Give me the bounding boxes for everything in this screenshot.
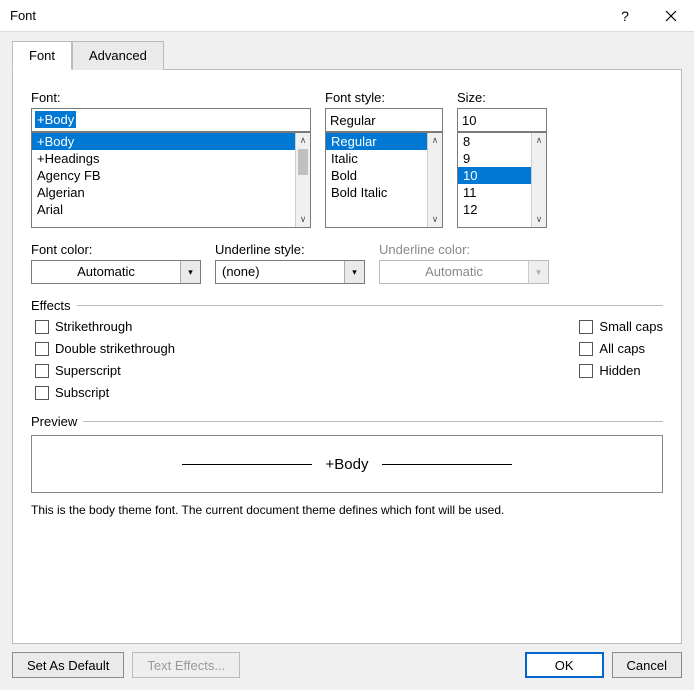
- effects-grid: Strikethrough Double strikethrough Super…: [31, 319, 663, 400]
- tab-panel-font: Font: +Body +Body +Headings Agency FB Al…: [12, 69, 682, 644]
- preview-rule-left: [182, 464, 312, 465]
- effects-header: Effects: [31, 298, 663, 313]
- chevron-down-icon[interactable]: ▾: [180, 261, 200, 283]
- preview-rule-right: [382, 464, 512, 465]
- scroll-up-icon[interactable]: ∧: [532, 133, 546, 148]
- preview-box: +Body: [31, 435, 663, 493]
- underline-style-combo[interactable]: (none) ▾: [215, 260, 365, 284]
- font-style-input[interactable]: [325, 108, 443, 132]
- scroll-down-icon[interactable]: ∨: [532, 212, 546, 227]
- size-listbox[interactable]: 8 9 10 11 12 ∧ ∨: [457, 132, 547, 228]
- size-input[interactable]: [457, 108, 547, 132]
- style-option[interactable]: Regular: [326, 133, 427, 150]
- font-style-label: Font style:: [325, 90, 443, 105]
- scroll-down-icon[interactable]: ∨: [296, 212, 310, 227]
- close-button[interactable]: [648, 0, 694, 32]
- title-bar: Font ?: [0, 0, 694, 32]
- underline-color-label: Underline color:: [379, 242, 549, 257]
- scroll-down-icon[interactable]: ∨: [428, 212, 442, 227]
- size-option[interactable]: 8: [458, 133, 531, 150]
- preview-label: Preview: [31, 414, 77, 429]
- preview-header: Preview: [31, 414, 663, 429]
- font-input[interactable]: [31, 108, 311, 132]
- tab-strip: Font Advanced: [12, 40, 682, 69]
- superscript-checkbox[interactable]: Superscript: [35, 363, 175, 378]
- dialog-footer: Set As Default Text Effects... OK Cancel: [12, 644, 682, 678]
- font-option[interactable]: +Headings: [32, 150, 295, 167]
- double-strikethrough-checkbox[interactable]: Double strikethrough: [35, 341, 175, 356]
- underline-style-value: (none): [216, 261, 344, 283]
- style-option[interactable]: Bold Italic: [326, 184, 427, 201]
- font-option[interactable]: Agency FB: [32, 167, 295, 184]
- strikethrough-checkbox[interactable]: Strikethrough: [35, 319, 175, 334]
- underline-color-combo: Automatic ▾: [379, 260, 549, 284]
- help-button[interactable]: ?: [602, 0, 648, 32]
- set-as-default-button[interactable]: Set As Default: [12, 652, 124, 678]
- dialog-title: Font: [10, 8, 602, 23]
- font-option[interactable]: Arial: [32, 201, 295, 218]
- text-effects-button: Text Effects...: [132, 652, 240, 678]
- font-color-value: Automatic: [32, 261, 180, 283]
- tab-advanced[interactable]: Advanced: [72, 41, 164, 70]
- cancel-button[interactable]: Cancel: [612, 652, 682, 678]
- ok-button[interactable]: OK: [525, 652, 604, 678]
- font-row: Font: +Body +Body +Headings Agency FB Al…: [31, 90, 663, 228]
- scroll-up-icon[interactable]: ∧: [296, 133, 310, 148]
- dialog-body: Font Advanced Font: +Body +Body +Heading…: [0, 32, 694, 690]
- font-listbox[interactable]: +Body +Headings Agency FB Algerian Arial…: [31, 132, 311, 228]
- size-option[interactable]: 12: [458, 201, 531, 218]
- size-label: Size:: [457, 90, 547, 105]
- font-scrollbar[interactable]: ∧ ∨: [295, 133, 310, 227]
- font-option[interactable]: +Body: [32, 133, 295, 150]
- size-option[interactable]: 10: [458, 167, 531, 184]
- scroll-thumb[interactable]: [298, 149, 308, 175]
- all-caps-checkbox[interactable]: All caps: [579, 341, 663, 356]
- close-icon: [665, 10, 677, 22]
- size-option[interactable]: 11: [458, 184, 531, 201]
- hidden-checkbox[interactable]: Hidden: [579, 363, 663, 378]
- chevron-down-icon: ▾: [528, 261, 548, 283]
- style-scrollbar[interactable]: ∧ ∨: [427, 133, 442, 227]
- preview-text: +Body: [326, 456, 369, 473]
- scroll-up-icon[interactable]: ∧: [428, 133, 442, 148]
- underline-style-label: Underline style:: [215, 242, 365, 257]
- style-option[interactable]: Bold: [326, 167, 427, 184]
- style-option[interactable]: Italic: [326, 150, 427, 167]
- preview-description: This is the body theme font. The current…: [31, 503, 663, 517]
- underline-color-value: Automatic: [380, 261, 528, 283]
- font-label: Font:: [31, 90, 311, 105]
- size-option[interactable]: 9: [458, 150, 531, 167]
- chevron-down-icon[interactable]: ▾: [344, 261, 364, 283]
- small-caps-checkbox[interactable]: Small caps: [579, 319, 663, 334]
- font-style-listbox[interactable]: Regular Italic Bold Bold Italic ∧ ∨: [325, 132, 443, 228]
- font-color-combo[interactable]: Automatic ▾: [31, 260, 201, 284]
- font-color-label: Font color:: [31, 242, 201, 257]
- font-option[interactable]: Algerian: [32, 184, 295, 201]
- subscript-checkbox[interactable]: Subscript: [35, 385, 175, 400]
- color-row: Font color: Automatic ▾ Underline style:…: [31, 242, 663, 284]
- size-scrollbar[interactable]: ∧ ∨: [531, 133, 546, 227]
- tab-font[interactable]: Font: [12, 41, 72, 70]
- effects-label: Effects: [31, 298, 71, 313]
